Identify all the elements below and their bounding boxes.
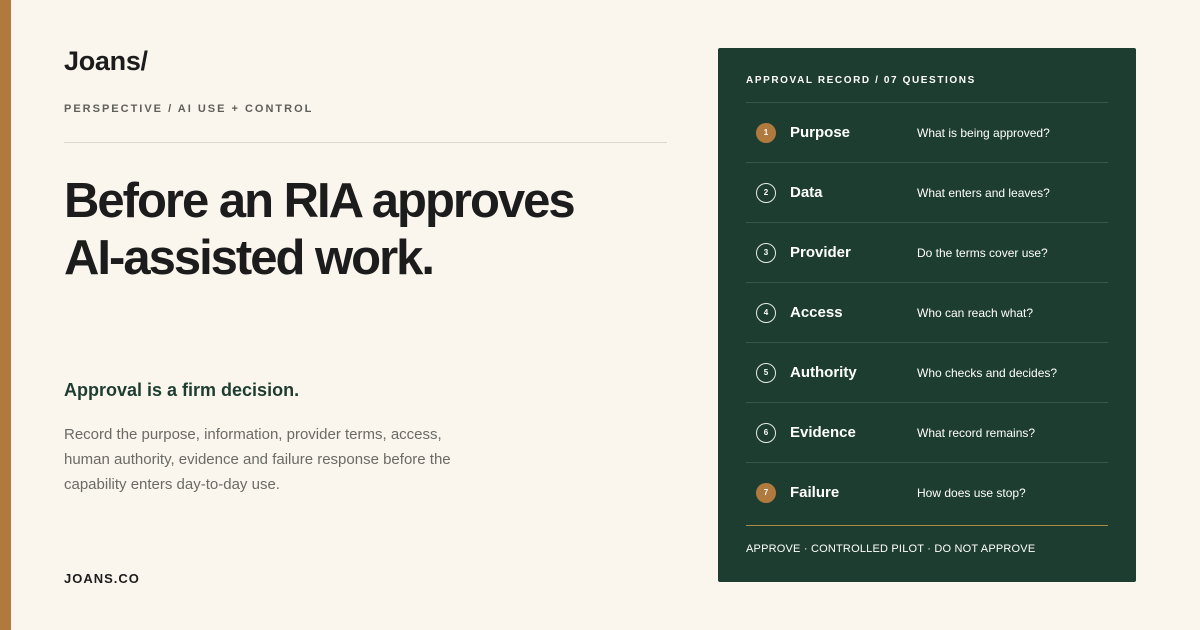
- step-number-badge: 7: [756, 482, 776, 503]
- question-label: Data: [790, 184, 823, 201]
- question-label: Evidence: [790, 424, 856, 441]
- question-text: What record remains?: [917, 425, 1036, 440]
- question-text: Who can reach what?: [917, 305, 1034, 320]
- card-divider: [746, 525, 1108, 526]
- approval-record-card: APPROVAL RECORD / 07 QUESTIONS 1 Purpose…: [718, 48, 1136, 582]
- decision-options: APPROVE · CONTROLLED PILOT · DO NOT APPR…: [746, 543, 1036, 555]
- question-row-authority: 5 Authority Who checks and decides?: [746, 342, 1108, 402]
- step-number-badge: 5: [756, 362, 776, 383]
- step-number-badge: 4: [756, 302, 776, 323]
- question-text: What enters and leaves?: [917, 185, 1050, 200]
- subhead: Approval is a firm decision.: [64, 380, 300, 400]
- kicker: PERSPECTIVE / AI USE + CONTROL: [64, 103, 314, 115]
- question-row-access: 4 Access Who can reach what?: [746, 282, 1108, 342]
- question-row-failure: 7 Failure How does use stop?: [746, 462, 1108, 522]
- footer-domain: JOANS.CO: [64, 571, 140, 586]
- question-list: 1 Purpose What is being approved? 2 Data…: [746, 102, 1108, 522]
- accent-bar: [0, 0, 11, 630]
- step-number-badge: 1: [756, 122, 776, 143]
- question-row-evidence: 6 Evidence What record remains?: [746, 402, 1108, 462]
- question-text: Do the terms cover use?: [917, 245, 1048, 260]
- question-label: Access: [790, 304, 843, 321]
- step-number-badge: 3: [756, 242, 776, 263]
- divider: [64, 142, 667, 143]
- question-text: How does use stop?: [917, 485, 1026, 500]
- question-label: Failure: [790, 484, 840, 501]
- brand-logo: Joans/: [64, 46, 148, 76]
- body-copy: Record the purpose, information, provide…: [64, 426, 451, 493]
- question-label: Authority: [790, 364, 857, 381]
- question-label: Purpose: [790, 124, 851, 141]
- question-text: What is being approved?: [917, 125, 1050, 140]
- question-row-purpose: 1 Purpose What is being approved?: [746, 102, 1108, 162]
- headline: Before an RIA approves AI-assisted work.: [64, 174, 576, 285]
- question-label: Provider: [790, 244, 851, 261]
- step-number-badge: 6: [756, 422, 776, 443]
- question-row-data: 2 Data What enters and leaves?: [746, 162, 1108, 222]
- question-row-provider: 3 Provider Do the terms cover use?: [746, 222, 1108, 282]
- card-title: APPROVAL RECORD / 07 QUESTIONS: [746, 75, 976, 86]
- step-number-badge: 2: [756, 182, 776, 203]
- question-text: Who checks and decides?: [917, 365, 1058, 380]
